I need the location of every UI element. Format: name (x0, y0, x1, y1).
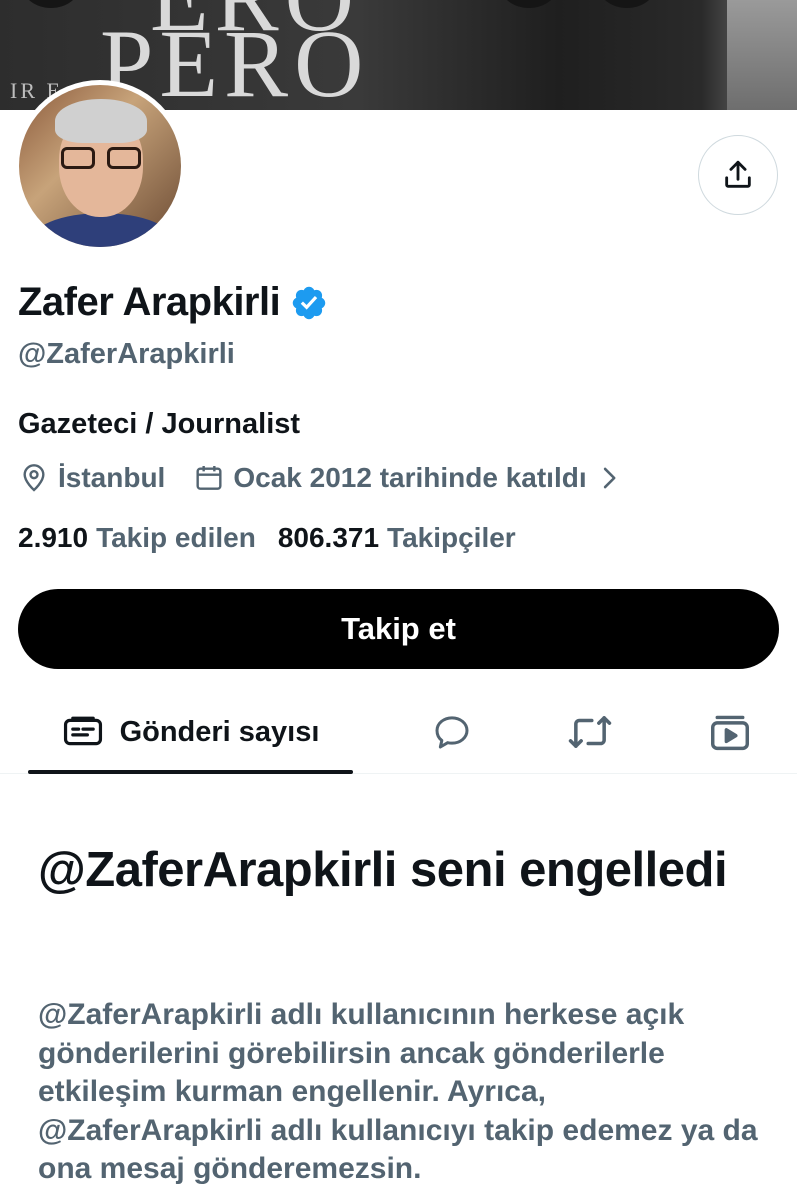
following-count[interactable]: 2.910 (18, 522, 88, 554)
posts-icon (63, 716, 102, 746)
following-label[interactable]: Takip edilen (96, 522, 256, 554)
profile-name: Zafer Arapkirli (18, 280, 281, 324)
tab-reposts[interactable] (548, 690, 632, 774)
tab-replies[interactable] (410, 690, 494, 774)
avatar-hair (55, 99, 147, 143)
profile-bio: Gazeteci / Journalist (18, 408, 301, 440)
chevron-right-icon[interactable] (599, 465, 619, 491)
tab-posts-label: Gönderi sayısı (119, 715, 320, 748)
banner-dot (500, 0, 558, 8)
follow-stats: 2.910 Takip edilen 806.371 Takipçiler (18, 522, 538, 554)
active-tab-indicator (28, 770, 353, 774)
location-icon (23, 464, 45, 492)
profile-tabs: Gönderi sayısı (0, 690, 797, 774)
share-button[interactable] (698, 135, 778, 215)
followers-count[interactable]: 806.371 (278, 522, 379, 554)
verified-badge-icon (293, 286, 326, 319)
name-row: Zafer Arapkirli (18, 280, 328, 325)
tab-media[interactable] (688, 690, 772, 774)
banner-dot (598, 0, 656, 8)
tab-posts[interactable]: Gönderi sayısı (28, 690, 353, 774)
avatar-photo (19, 85, 181, 247)
blocked-title: @ZaferArapkirli seni engelledi (38, 843, 728, 897)
avatar[interactable] (14, 80, 186, 252)
profile-handle: @ZaferArapkirli (18, 338, 235, 370)
media-icon (711, 715, 749, 751)
blocked-description: @ZaferArapkirli adlı kullanıcının herkes… (38, 998, 758, 1185)
avatar-glasses (61, 147, 143, 169)
follow-button[interactable]: Takip et (18, 589, 779, 669)
calendar-icon (196, 466, 222, 490)
share-icon (725, 160, 751, 188)
banner-light-area (727, 0, 797, 110)
profile-joined[interactable]: Ocak 2012 tarihinde katıldı (233, 462, 586, 494)
banner-dot (22, 0, 80, 8)
followers-label[interactable]: Takipçiler (387, 522, 516, 554)
replies-icon (435, 716, 469, 749)
profile-meta: İstanbul Ocak 2012 tarihinde katıldı (18, 462, 619, 494)
reposts-icon (568, 716, 612, 748)
profile-location: İstanbul (58, 462, 166, 493)
avatar-shirt (29, 213, 175, 247)
